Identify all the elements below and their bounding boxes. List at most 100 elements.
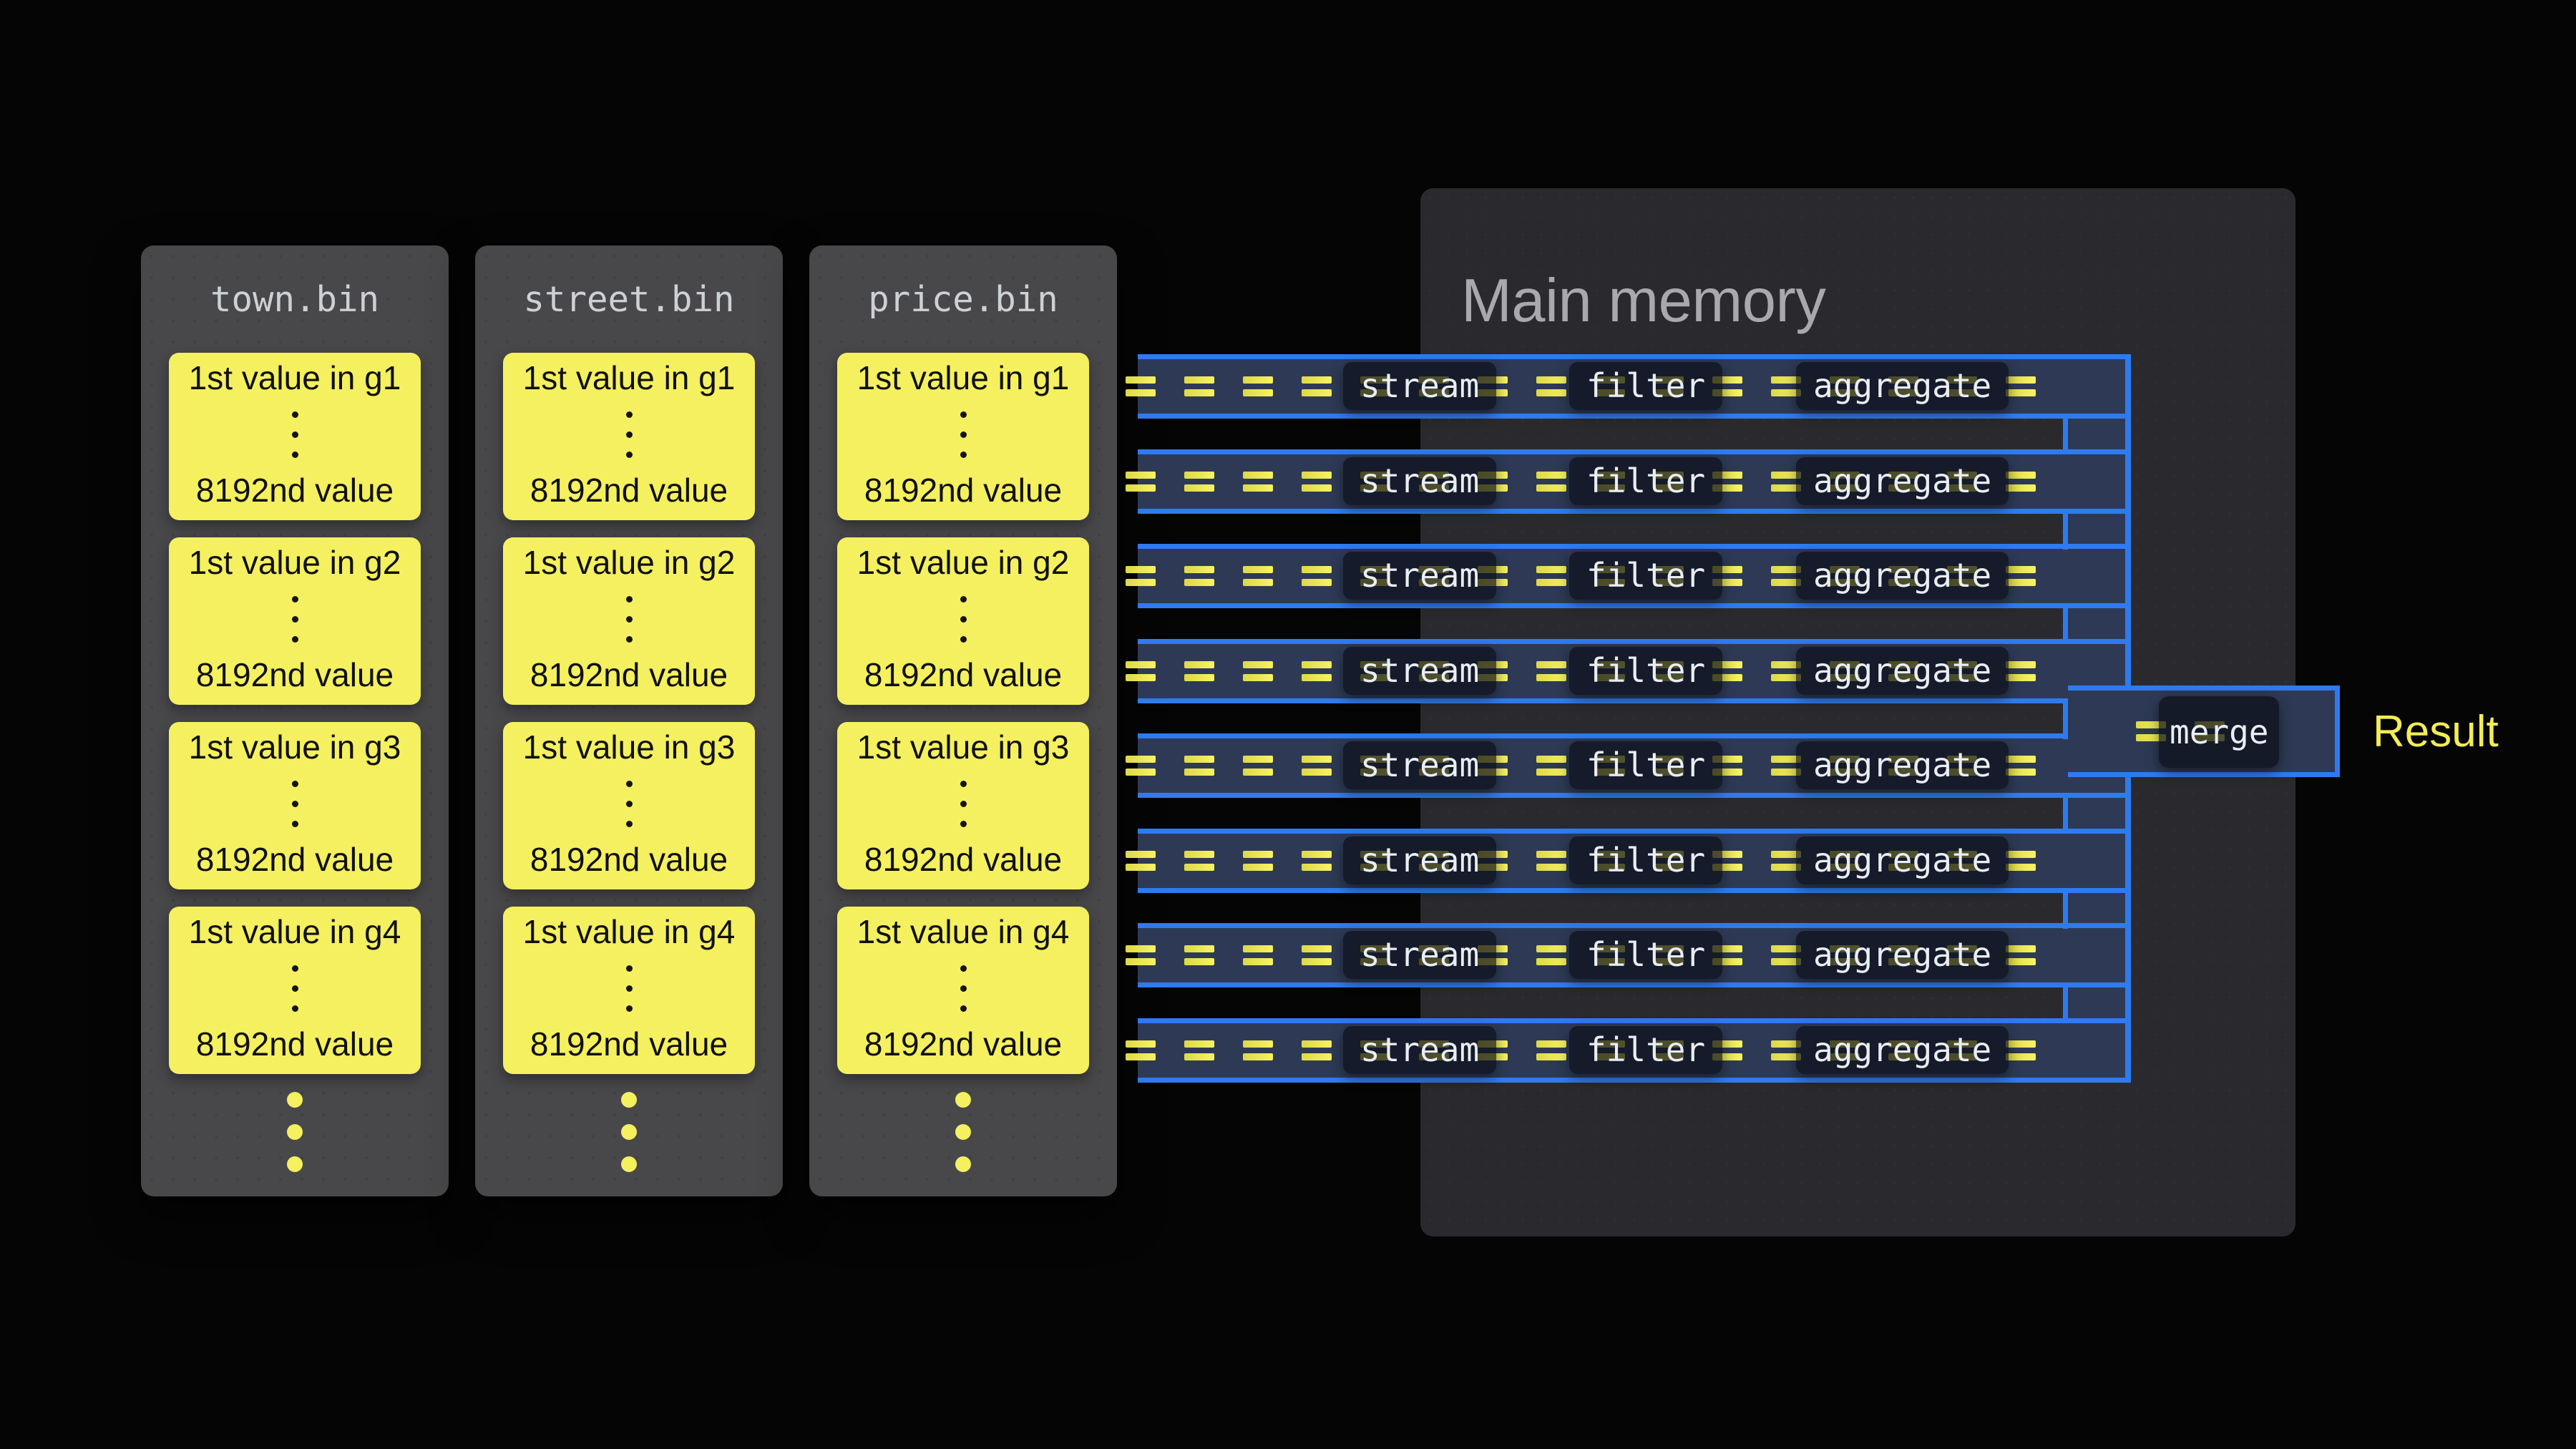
value-range-start: 1st value in g1 [523, 360, 736, 396]
value-block: 1st value in g3 8192nd value [837, 722, 1089, 889]
data-chunk-icon [1302, 472, 1332, 492]
data-chunk-icon [1126, 472, 1156, 492]
file-column: street.bin 1st value in g1 8192nd value … [475, 245, 783, 1196]
operator-box-aggregate: aggregate [1796, 457, 2009, 505]
data-chunk-icon [1536, 376, 1566, 396]
operator-box-filter: filter [1569, 836, 1722, 884]
value-range-start: 1st value in g4 [189, 914, 401, 950]
ellipsis-vertical-icon [292, 781, 298, 827]
more-groups-dot [287, 1124, 303, 1140]
data-chunk-icon [1126, 566, 1156, 586]
data-chunk-icon [2006, 566, 2036, 586]
pipeline-row: stream filter aggregate [1138, 923, 2125, 987]
value-range-end: 8192nd value [530, 1026, 728, 1063]
operator-box-stream: stream [1343, 836, 1496, 884]
file-column-title: street.bin [475, 245, 783, 353]
operator-box-aggregate: aggregate [1796, 552, 2009, 600]
value-range-end: 8192nd value [864, 1026, 1062, 1063]
file-column: town.bin 1st value in g1 8192nd value 1s… [141, 245, 449, 1196]
data-chunk-icon [1243, 756, 1273, 776]
pipeline-row: streamfilteraggregate [1138, 1018, 2125, 1083]
data-chunk-icon [1184, 756, 1214, 776]
main-memory-title: Main memory [1461, 266, 1825, 336]
data-chunk-icon [1302, 566, 1332, 586]
operator-box-aggregate: aggregate [1796, 362, 2009, 410]
data-chunk-icon [1536, 945, 1566, 965]
ellipsis-vertical-icon [626, 965, 633, 1012]
more-groups-dot [621, 1092, 637, 1108]
data-chunk-icon [1184, 1040, 1214, 1060]
value-range-start: 1st value in g2 [523, 545, 736, 581]
value-range-start: 1st value in g3 [189, 729, 401, 766]
value-range-end: 8192nd value [864, 657, 1062, 693]
data-chunk-icon [1126, 851, 1156, 871]
ellipsis-vertical-icon [626, 411, 633, 458]
data-chunk-icon [1184, 376, 1214, 396]
data-chunk-icon [1302, 851, 1332, 871]
operator-box-aggregate: aggregate [1796, 647, 2009, 695]
operator-box-filter: filter [1569, 552, 1722, 600]
value-block: 1st value in g4 8192nd value [169, 907, 421, 1074]
data-chunk-icon [1126, 661, 1156, 681]
operator-box-stream: stream [1343, 362, 1496, 410]
data-chunk-icon [2006, 851, 2036, 871]
data-chunk-icon [2006, 945, 2036, 965]
value-range-end: 8192nd value [864, 472, 1062, 509]
operator-box-aggregate: aggregate [1796, 931, 2009, 979]
data-chunk-icon [1243, 566, 1273, 586]
spacer-border [2063, 509, 2068, 550]
pipeline-row: streamfilteraggregate [1138, 449, 2125, 514]
data-chunk-icon [1243, 1040, 1273, 1060]
data-chunk-icon [1126, 1040, 1156, 1060]
value-range-start: 1st value in g2 [189, 545, 401, 581]
file-column-title: price.bin [809, 245, 1117, 353]
value-block: 1st value in g4 8192nd value [503, 907, 755, 1074]
data-chunk-icon [1536, 566, 1566, 586]
value-block: 1st value in g3 8192nd value [169, 722, 421, 889]
data-chunk-icon [1184, 661, 1214, 681]
more-groups-dot [955, 1092, 971, 1108]
operator-box-filter: filter [1569, 1026, 1722, 1074]
merge-operator-box: merge [2159, 696, 2279, 768]
value-range-start: 1st value in g2 [857, 545, 1070, 581]
data-chunk-icon [1184, 472, 1214, 492]
value-range-start: 1st value in g3 [523, 729, 736, 766]
more-groups-dot [955, 1156, 971, 1172]
data-chunk-icon [1126, 945, 1156, 965]
spacer-border [2063, 414, 2068, 454]
data-chunk-icon [1302, 945, 1332, 965]
value-range-end: 8192nd value [196, 472, 394, 509]
value-range-start: 1st value in g4 [523, 914, 736, 950]
value-range-end: 8192nd value [196, 841, 394, 878]
value-block: 1st value in g3 8192nd value [503, 722, 755, 889]
pipeline-row: streamfilteraggregate [1138, 639, 2125, 703]
data-chunk-icon [1126, 376, 1156, 396]
spacer-border [2063, 793, 2068, 834]
data-chunk-icon [2006, 661, 2036, 681]
data-chunk-icon [1536, 1040, 1566, 1060]
ellipsis-vertical-icon [960, 411, 967, 458]
operator-box-stream: stream [1343, 647, 1496, 695]
ellipsis-vertical-icon [960, 596, 967, 643]
diagram-canvas: Main memory town.bin 1st value in g1 819… [0, 0, 2576, 1449]
value-range-start: 1st value in g4 [857, 914, 1070, 950]
value-range-end: 8192nd value [530, 841, 728, 878]
data-chunk-icon [1302, 661, 1332, 681]
value-range-start: 1st value in g1 [189, 360, 401, 396]
more-groups-dot [621, 1156, 637, 1172]
ellipsis-vertical-icon [626, 781, 633, 827]
data-chunk-icon [1243, 472, 1273, 492]
spacer-border [2063, 982, 2068, 1023]
ellipsis-vertical-icon [292, 596, 298, 643]
value-block: 1st value in g1 8192nd value [503, 353, 755, 520]
value-range-end: 8192nd value [196, 657, 394, 693]
operator-box-stream: stream [1343, 931, 1496, 979]
operator-box-filter: filter [1569, 931, 1722, 979]
pipeline-row: streamfilteraggregate [1138, 544, 2125, 608]
pipeline-row: streamfilteraggregate [1138, 354, 2125, 419]
operator-box-aggregate: aggregate [1796, 741, 2009, 789]
data-chunk-icon [1302, 756, 1332, 776]
more-groups-dot [955, 1124, 971, 1140]
operator-box-filter: filter [1569, 741, 1722, 789]
operator-box-stream: stream [1343, 457, 1496, 505]
